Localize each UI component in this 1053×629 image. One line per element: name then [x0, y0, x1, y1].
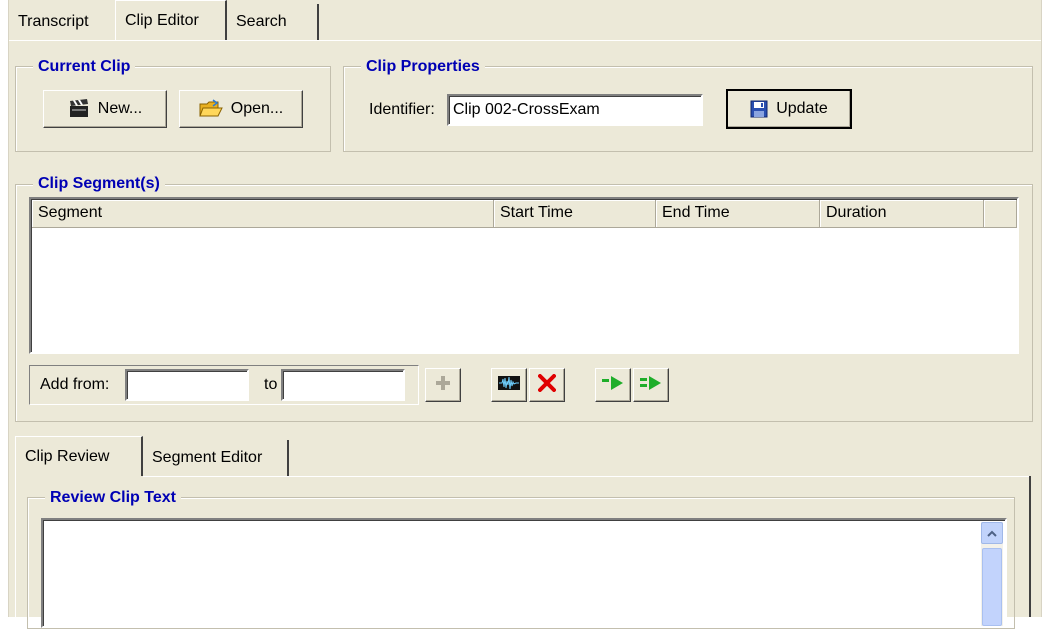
- save-disk-icon: [750, 100, 768, 118]
- new-clip-label: New...: [97, 100, 143, 117]
- scroll-up-button[interactable]: [981, 522, 1003, 544]
- update-label: Update: [776, 100, 828, 117]
- open-folder-icon: [199, 99, 223, 119]
- column-header-filler: [984, 200, 1017, 228]
- identifier-label: Identifier:: [369, 101, 435, 118]
- new-clip-button[interactable]: New...: [43, 90, 167, 128]
- clip-segments-title: Clip Segment(s): [33, 174, 165, 194]
- add-segment-button[interactable]: [425, 368, 461, 402]
- tab-transcript[interactable]: Transcript: [9, 4, 117, 40]
- add-from-label: Add from:: [40, 376, 110, 393]
- tab-search[interactable]: Search: [227, 4, 319, 40]
- column-header-segment[interactable]: Segment: [32, 200, 494, 228]
- identifier-input[interactable]: Clip 002-CrossExam: [447, 94, 703, 126]
- tab-clip-review[interactable]: Clip Review: [15, 436, 143, 476]
- bottom-tab-page-edge: [1029, 476, 1031, 617]
- chevron-up-icon: [987, 525, 997, 542]
- review-text-area[interactable]: [41, 518, 1007, 628]
- plus-icon: [435, 375, 451, 395]
- play-clip-button[interactable]: [633, 368, 669, 402]
- add-from-input[interactable]: [125, 369, 249, 401]
- bottom-tab-strip-line: [143, 476, 1031, 477]
- clip-properties-title: Clip Properties: [361, 57, 485, 77]
- play-segment-icon: [601, 375, 625, 395]
- delete-segment-button[interactable]: [529, 368, 565, 402]
- delete-x-icon: [538, 374, 556, 396]
- play-clip-icon: [639, 375, 663, 395]
- tab-clip-editor[interactable]: Clip Editor: [115, 0, 227, 40]
- scroll-thumb[interactable]: [982, 548, 1002, 626]
- open-clip-label: Open...: [230, 100, 284, 117]
- column-header-end-time[interactable]: End Time: [656, 200, 820, 228]
- waveform-icon: [498, 376, 520, 394]
- column-header-duration[interactable]: Duration: [820, 200, 984, 228]
- play-segment-button[interactable]: [595, 368, 631, 402]
- clapperboard-icon: [68, 99, 90, 119]
- review-scrollbar[interactable]: [981, 522, 1003, 626]
- review-clip-text-title: Review Clip Text: [45, 488, 181, 508]
- to-label: to: [264, 376, 278, 393]
- update-button[interactable]: Update: [726, 89, 852, 129]
- waveform-button[interactable]: [491, 368, 527, 402]
- tab-segment-editor[interactable]: Segment Editor: [143, 440, 289, 476]
- segments-list[interactable]: Segment Start Time End Time Duration: [29, 197, 1019, 354]
- add-to-input[interactable]: [281, 369, 405, 401]
- open-clip-button[interactable]: Open...: [179, 90, 303, 128]
- bottom-tab-page-left-edge: [15, 476, 16, 617]
- clip-editor-panel: Transcript Clip Editor Search Current Cl…: [8, 0, 1042, 629]
- current-clip-title: Current Clip: [33, 57, 136, 77]
- column-header-start-time[interactable]: Start Time: [494, 200, 656, 228]
